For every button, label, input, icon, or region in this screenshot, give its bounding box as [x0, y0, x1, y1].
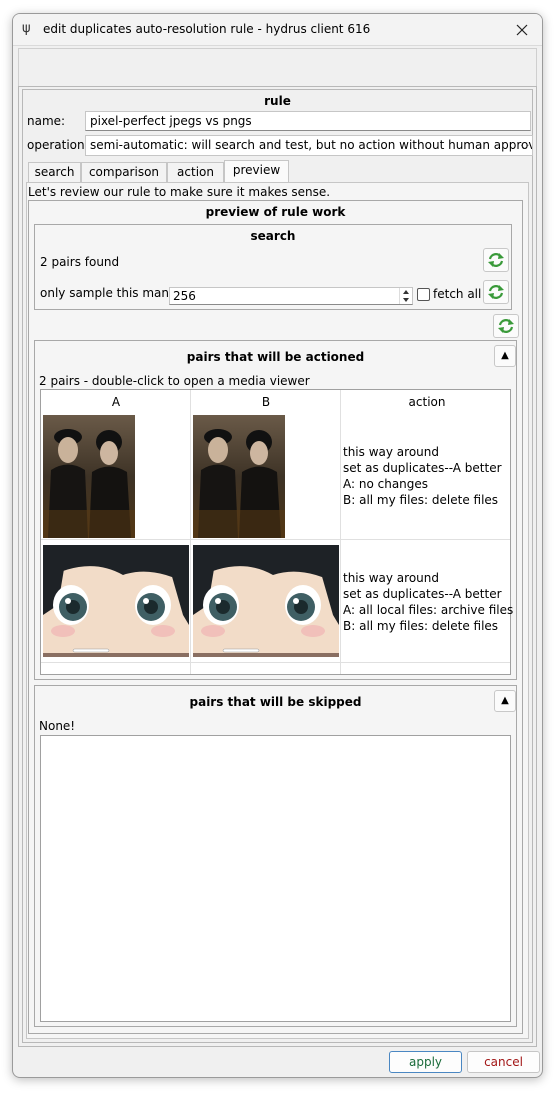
tab-search[interactable]: search — [28, 162, 81, 182]
skipped-pairs-list[interactable] — [40, 735, 511, 1022]
fetch-all-label: fetch all — [433, 287, 482, 301]
sample-count-value: 256 — [173, 289, 196, 303]
anime-face-thumbnail — [193, 545, 339, 657]
rule-heading: rule — [264, 94, 291, 108]
spin-arrows[interactable] — [399, 288, 412, 304]
actioned-title: pairs that will be actioned — [186, 350, 365, 364]
column-header-action[interactable]: action — [341, 390, 513, 414]
action-line: B: all my files: delete files — [343, 493, 499, 507]
refresh-icon — [488, 285, 504, 299]
fetch-all-checkbox[interactable] — [417, 288, 430, 301]
refresh-sample-button[interactable] — [483, 280, 509, 304]
search-group-title: search — [250, 229, 296, 243]
action-line: this way around — [343, 445, 439, 459]
title-bar: ψ edit duplicates auto-resolution rule -… — [13, 14, 542, 46]
photo-thumbnail — [43, 415, 135, 538]
sample-label: only sample this many: — [40, 286, 180, 300]
apply-button[interactable]: apply — [389, 1051, 462, 1073]
name-label: name: — [27, 114, 66, 128]
close-icon — [516, 24, 528, 36]
operation-label: operation: — [27, 138, 89, 152]
sample-count-input[interactable]: 256 — [169, 287, 413, 305]
dialog-window: ψ edit duplicates auto-resolution rule -… — [12, 13, 543, 1078]
pairs-found-text: 2 pairs found — [40, 255, 120, 269]
action-line: A: all local files: archive files — [343, 603, 514, 617]
actioned-pairs-table[interactable]: A B action this way around set as duplic… — [40, 389, 513, 675]
thumbnail-a-2[interactable] — [43, 545, 189, 657]
skipped-pairs-group: pairs that will be skipped ▲ None! — [34, 685, 517, 1027]
search-group: search 2 pairs found only sample this ma… — [34, 224, 512, 310]
operation-select[interactable]: semi-automatic: will search and test, bu… — [85, 135, 533, 156]
tab-action[interactable]: action — [167, 162, 224, 182]
refresh-search-button[interactable] — [483, 248, 509, 272]
actioned-info: 2 pairs - double-click to open a media v… — [39, 374, 310, 388]
action-line: A: no changes — [343, 477, 429, 491]
operation-value: semi-automatic: will search and test, bu… — [90, 138, 533, 152]
tab-preview[interactable]: preview — [224, 160, 289, 183]
actioned-pairs-group: pairs that will be actioned ▲ 2 pairs - … — [34, 340, 517, 680]
thumbnail-b-1[interactable] — [193, 415, 285, 538]
rule-panel: rule name: pixel-perfect jpegs vs pngs o… — [18, 86, 537, 1047]
skipped-title: pairs that will be skipped — [189, 695, 362, 709]
refresh-preview-button[interactable] — [493, 314, 519, 338]
photo-thumbnail — [193, 415, 285, 538]
refresh-icon — [488, 253, 504, 267]
top-strip — [18, 48, 537, 87]
column-header-a[interactable]: A — [41, 390, 191, 414]
thumbnail-b-2[interactable] — [193, 545, 339, 657]
triangle-up-icon: ▲ — [501, 350, 509, 361]
spin-arrows-icon — [403, 290, 409, 302]
preview-intro: Let's review our rule to make sure it ma… — [28, 185, 331, 199]
skipped-info: None! — [39, 719, 76, 733]
action-line: set as duplicates--A better — [343, 587, 502, 601]
collapse-actioned-button[interactable]: ▲ — [494, 345, 516, 367]
thumbnail-a-1[interactable] — [43, 415, 135, 538]
collapse-skipped-button[interactable]: ▲ — [494, 690, 516, 712]
action-cell-2[interactable]: this way around set as duplicates--A bet… — [343, 570, 513, 634]
tab-comparison[interactable]: comparison — [81, 162, 167, 182]
window-title: edit duplicates auto-resolution rule - h… — [43, 22, 371, 36]
action-cell-1[interactable]: this way around set as duplicates--A bet… — [343, 444, 502, 508]
close-button[interactable] — [510, 18, 534, 42]
column-header-b[interactable]: B — [191, 390, 341, 414]
chevron-down-icon: ⌵ — [520, 139, 529, 152]
psi-icon: ψ — [22, 21, 31, 36]
preview-of-rule-work-group: preview of rule work search 2 pairs foun… — [28, 200, 523, 1034]
preview-group-title: preview of rule work — [205, 205, 346, 219]
triangle-up-icon: ▲ — [501, 695, 509, 706]
rule-box: rule name: pixel-perfect jpegs vs pngs o… — [22, 89, 533, 1043]
action-line: this way around — [343, 571, 439, 585]
preview-tab-body: Let's review our rule to make sure it ma… — [26, 182, 529, 1039]
action-line: set as duplicates--A better — [343, 461, 502, 475]
action-line: B: all my files: delete files — [343, 619, 499, 633]
refresh-icon — [498, 319, 514, 333]
anime-face-thumbnail — [43, 545, 189, 657]
name-field[interactable]: pixel-perfect jpegs vs pngs — [85, 111, 531, 131]
cancel-button[interactable]: cancel — [467, 1051, 540, 1073]
